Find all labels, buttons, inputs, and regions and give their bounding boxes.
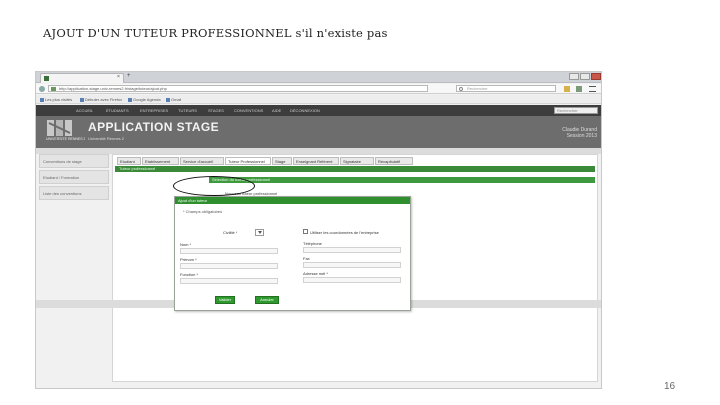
fax-input[interactable] [303,262,401,268]
use-company-coords-label: Utiliser les coordonnées de l'entreprise [310,230,379,235]
nav-item[interactable]: DÉCONNEXION [290,108,320,113]
app-subtitle: Université Rennes 2 [88,136,125,141]
tab-enseignant-referent[interactable]: Enseignant Référent [293,157,339,165]
chevron-down-icon [258,231,262,234]
civility-select[interactable] [255,229,264,236]
bookmark-item[interactable]: Google Agenda [128,97,161,102]
tab-tuteur-professionnel[interactable]: Tuteur Professionnel [225,157,271,165]
sidebar-item-etudiant[interactable]: Etudiant / Formation [39,170,109,184]
window-close-icon[interactable] [591,73,601,80]
sidebar: Conventions de stage Etudiant / Formatio… [39,154,109,304]
url-bar[interactable]: http://application-stage.univ-rennes2.fr… [48,85,428,92]
required-note: * Champs obligatoires [183,209,223,214]
modal-title: Ajout d'un tuteur [178,198,208,203]
bookmark-icon [40,97,44,102]
browser-nav-bar: http://application-stage.univ-rennes2.fr… [36,84,601,94]
tab-etudiant[interactable]: Etudiant [117,157,141,165]
menu-icon[interactable] [589,86,596,92]
firstname-input[interactable] [180,263,278,269]
nav-item[interactable]: ENTREPRISES [140,108,168,113]
selection-header-text: Sélection du tuteur professionnel [212,177,271,182]
app-banner: UNIVERSITÉ RENNES 2 APPLICATION STAGE Un… [36,116,601,148]
sidebar-item-liste[interactable]: Liste des conventions [39,186,109,200]
use-company-coords-checkbox[interactable] [303,229,308,234]
tab-stage[interactable]: Stage [272,157,292,165]
bookmark-item[interactable]: Débuter avec Firefox [80,97,122,102]
nav-item[interactable]: ACCUEIL [76,108,93,113]
browser-search-input[interactable]: Rechercher [456,85,556,92]
bookmark-icon [166,97,170,102]
slide-title: AJOUT D'UN TUTEUR PROFESSIONNEL s'il n'e… [43,26,388,40]
highlight-ellipse [173,176,255,196]
nav-item[interactable]: AIDE [272,108,281,113]
sidebar-item-conventions[interactable]: Conventions de stage [39,154,109,168]
tab-recapitulatif[interactable]: Récapitulatif [375,157,413,165]
name-input[interactable] [180,248,278,254]
logo-text: UNIVERSITÉ RENNES 2 [46,137,86,141]
email-label: Adresse mél * [303,271,328,276]
tab-close-icon[interactable]: × [117,74,120,80]
maximize-icon[interactable] [580,73,590,80]
bookmark-item[interactable]: Gmail [166,97,181,102]
back-icon[interactable] [39,86,45,92]
tab-service-accueil[interactable]: Service d'accueil [180,157,224,165]
minimize-icon[interactable] [569,73,579,80]
browser-tab-bar: GEL Stage × + [36,72,601,90]
tab-etablissement[interactable]: Etablissement [142,157,179,165]
site-search-placeholder: Rechercher [557,108,578,113]
nav-item[interactable]: CONVENTIONS [234,108,263,113]
phone-label: Téléphone [303,241,322,246]
lock-icon [51,87,56,91]
site-favicon-icon [44,76,49,81]
bookmark-star-icon[interactable] [564,86,570,92]
bookmark-icon [128,97,132,102]
cancel-button[interactable]: Annuler [255,296,279,304]
tab-signataire[interactable]: Signataire [340,157,374,165]
civility-label: Civilité * [223,230,238,235]
section-header-tuteur: Tuteur professionnel [115,166,595,172]
app-title: APPLICATION STAGE [88,120,220,134]
browser-tab[interactable]: GEL Stage × [40,73,124,90]
user-role: Session 2013 [566,133,597,139]
email-input[interactable] [303,277,401,283]
bookmark-item[interactable]: Les plus visités [40,97,72,102]
bookmarks-bar: Les plus visités Débuter avec Firefox Go… [36,95,601,104]
new-tab-icon[interactable]: + [127,73,131,79]
slide-page-number: 16 [664,381,676,392]
function-label: Fonction * [180,272,199,277]
url-text: http://application-stage.univ-rennes2.fr… [59,86,167,91]
name-label: Nom * [180,242,192,247]
add-tutor-modal: Ajout d'un tuteur * Champs obligatoires … [174,196,411,311]
user-info: Claudie Durand Session 2013 [562,127,597,139]
nav-item[interactable]: TUTEURS [178,108,197,113]
downloads-icon[interactable] [576,86,582,92]
bookmark-icon [80,97,84,102]
fax-label: Fax [303,256,310,261]
nav-item[interactable]: STAGES [208,108,224,113]
phone-input[interactable] [303,247,401,253]
browser-search-placeholder: Rechercher [467,86,488,91]
modal-header: Ajout d'un tuteur [175,197,410,204]
section-header-text: Tuteur professionnel [119,166,156,171]
site-top-nav: ACCUEIL ÉTUDIANTS ENTREPRISES TUTEURS ST… [36,105,601,116]
function-input[interactable] [180,278,278,284]
nav-item[interactable]: ÉTUDIANTS [106,108,129,113]
site-search-input[interactable]: Rechercher [554,107,598,114]
firstname-label: Prénom * [180,257,197,262]
validate-button[interactable]: Valider [215,296,235,304]
section-header-selection: Sélection du tuteur professionnel [209,177,595,183]
search-icon [459,87,463,91]
